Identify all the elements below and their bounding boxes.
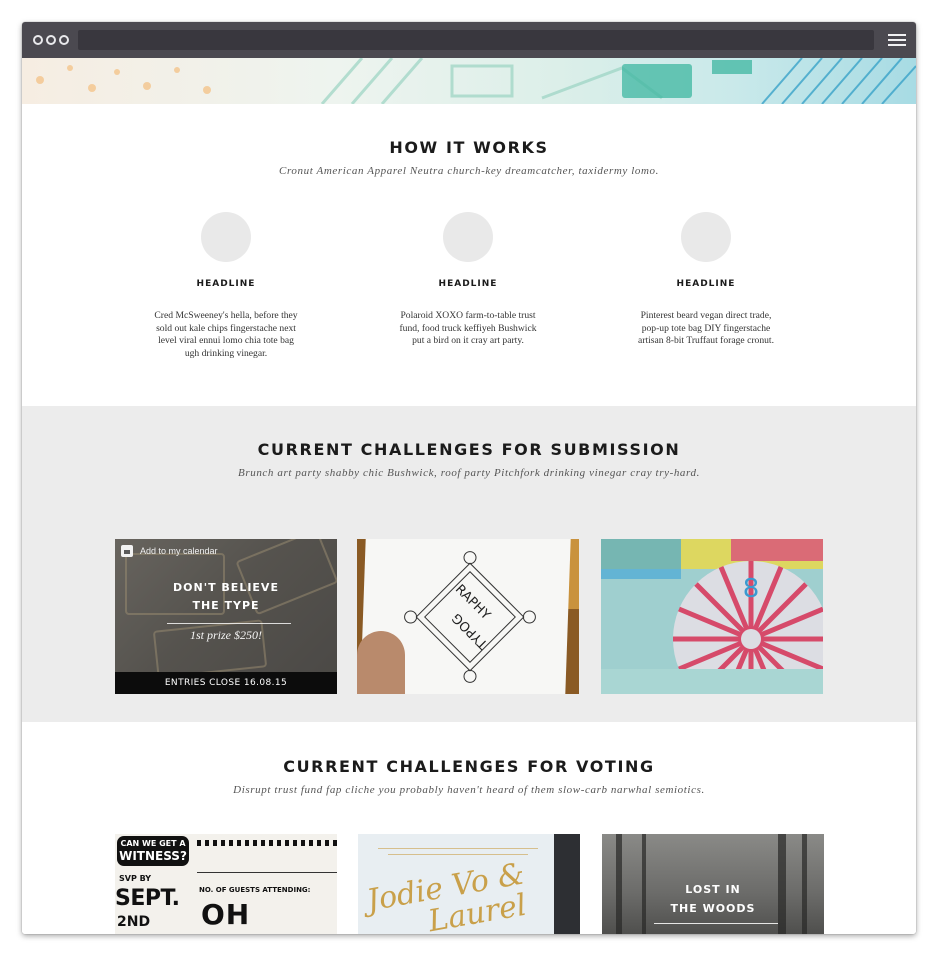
- voting-card-wedding-invite[interactable]: Jodie Vo & Laurel: [358, 834, 580, 934]
- hero-banner-image: [22, 58, 916, 104]
- address-bar[interactable]: [78, 30, 874, 50]
- feature-item: HEADLINE Cred McSweeney's hella, before …: [126, 212, 326, 360]
- window-dot-icon[interactable]: [59, 35, 69, 45]
- section-title: CURRENT CHALLENGES FOR SUBMISSION: [257, 440, 681, 459]
- browser-titlebar: [22, 22, 916, 58]
- feature-headline: HEADLINE: [438, 279, 498, 289]
- voting-card-lost-in-the-woods[interactable]: LOST IN THE WOODS: [602, 834, 824, 934]
- window-controls[interactable]: [33, 35, 69, 45]
- section-subtitle: Brunch art party shabby chic Bushwick, r…: [238, 467, 700, 479]
- prize-text: 1st prize $250!: [190, 628, 262, 642]
- speech-bubble: CAN WE GET A WITNESS?: [117, 836, 189, 866]
- guests-label: NO. OF GUESTS ATTENDING:: [199, 886, 311, 894]
- add-to-calendar-label: Add to my calendar: [140, 546, 218, 556]
- hand-image: [357, 631, 405, 694]
- feature-headline: HEADLINE: [676, 279, 736, 289]
- banner-pattern: [36, 58, 916, 104]
- rsvp-date-day: 2ND: [117, 914, 151, 930]
- letterpress-artwork: 8: [601, 539, 823, 694]
- voting-challenges-section: CURRENT CHALLENGES FOR VOTING Disrupt tr…: [22, 722, 916, 934]
- divider: [167, 623, 291, 624]
- artwork-numeral: 8: [743, 574, 760, 604]
- challenge-title: DON'T BELIEVE THE TYPE: [173, 581, 279, 612]
- rsvp-date: SEPT.: [115, 886, 180, 911]
- challenge-card-letterpress[interactable]: 8: [601, 539, 823, 694]
- window-dot-icon[interactable]: [33, 35, 43, 45]
- rsvp-label: SVP BY: [119, 874, 152, 883]
- section-subtitle: Disrupt trust fund fap cliche you probab…: [233, 784, 705, 796]
- add-to-calendar-button[interactable]: Add to my calendar: [121, 545, 218, 557]
- feature-item: HEADLINE Polaroid XOXO farm-to-table tru…: [368, 212, 568, 348]
- calendar-plus-icon: [121, 545, 133, 557]
- feature-headline: HEADLINE: [196, 279, 256, 289]
- challenge-card-typography[interactable]: RAPHY TYPOG: [357, 539, 579, 694]
- section-title: HOW IT WORKS: [389, 138, 549, 157]
- feature-text: Cred McSweeney's hella, before they sold…: [154, 310, 298, 359]
- oh-yeah-text: OH YEAH: [201, 898, 289, 934]
- feature-text: Polaroid XOXO farm-to-table trust fund, …: [399, 310, 537, 346]
- feature-icon: [681, 212, 731, 262]
- challenge-card-dont-believe-the-type[interactable]: Add to my calendar DON'T BELIEVE THE TYP…: [115, 539, 337, 694]
- window-dot-icon[interactable]: [46, 35, 56, 45]
- submission-challenges-section: CURRENT CHALLENGES FOR SUBMISSION Brunch…: [22, 406, 916, 722]
- divider: [654, 923, 778, 924]
- section-title: CURRENT CHALLENGES FOR VOTING: [283, 757, 655, 776]
- feature-item: HEADLINE Pinterest beard vegan direct tr…: [606, 212, 806, 348]
- section-subtitle: Cronut American Apparel Neutra church-ke…: [279, 165, 659, 177]
- entries-close-bar: ENTRIES CLOSE 16.08.15: [115, 672, 337, 694]
- feature-icon: [443, 212, 493, 262]
- voting-card-witness[interactable]: CAN WE GET A WITNESS? SVP BY SEPT. 2ND N…: [115, 834, 337, 934]
- hamburger-menu-icon[interactable]: [888, 34, 906, 47]
- feature-icon: [201, 212, 251, 262]
- browser-window: HOW IT WORKS Cronut American Apparel Neu…: [22, 22, 916, 934]
- feature-text: Pinterest beard vegan direct trade, pop-…: [638, 310, 774, 346]
- challenge-title: LOST IN THE WOODS: [670, 883, 756, 915]
- how-it-works-section: HOW IT WORKS Cronut American Apparel Neu…: [22, 104, 916, 406]
